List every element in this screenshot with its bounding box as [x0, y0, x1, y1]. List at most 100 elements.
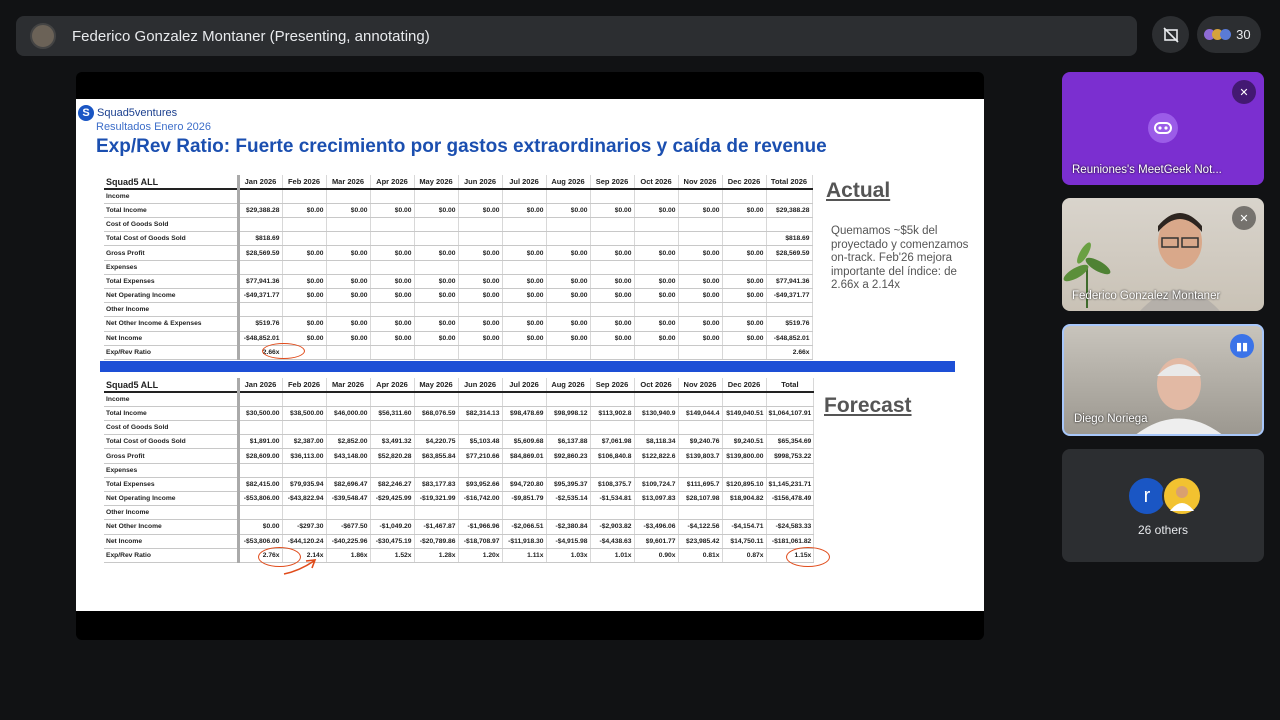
- table-cell: [678, 420, 723, 436]
- participant-tile-diego[interactable]: ▮▮ Diego Noriega: [1062, 324, 1264, 436]
- row-label: Net Operating Income: [104, 288, 240, 304]
- table-cell: $0.00: [502, 245, 547, 261]
- table-cell: -$20,789.86: [414, 534, 459, 549]
- table-cell: $0.00: [282, 245, 327, 261]
- presentation-stage: S Squad5ventures Resultados Enero 2026 E…: [76, 72, 984, 640]
- table-cell: $65,354.69: [766, 434, 815, 450]
- table-cell: $139,800.00: [722, 448, 767, 464]
- table-cell: $18,904.82: [722, 491, 767, 507]
- table-cell: $0.00: [546, 203, 591, 219]
- table-cell: $29,388.28: [766, 203, 813, 219]
- table-cell: [370, 505, 415, 521]
- table-cell: [722, 231, 767, 247]
- table-row: Total Cost of Goods Sold $1,891.00 $2,387.…: [104, 434, 815, 450]
- table-cell: $0.00: [678, 245, 723, 261]
- table-cell: [502, 217, 547, 233]
- table-cell: [238, 302, 283, 318]
- table-cell: [722, 345, 767, 360]
- table-cell: [458, 392, 503, 407]
- table-cell: $5,103.48: [458, 434, 503, 450]
- participant-tile-others[interactable]: r 26 others: [1062, 449, 1264, 562]
- table-cell: $92,860.23: [546, 448, 591, 464]
- table-cell: [282, 302, 327, 318]
- row-label: Total Income: [104, 406, 240, 422]
- table-cell: $0.00: [590, 331, 635, 346]
- table-cell: $83,177.83: [414, 477, 459, 493]
- table-cell: $30,500.00: [238, 406, 283, 422]
- table-cell: [370, 302, 415, 318]
- row-label: Total Cost of Goods Sold: [104, 434, 240, 450]
- table-cell: [502, 505, 547, 521]
- table-cell: [238, 260, 283, 275]
- table-cell: [546, 189, 591, 204]
- row-label: Net Income: [104, 331, 240, 346]
- table-cell: [678, 345, 723, 360]
- table-cell: [590, 392, 635, 407]
- table-cell: $0.00: [502, 203, 547, 219]
- table-cell: [678, 231, 723, 247]
- row-label: Total Expenses: [104, 477, 240, 493]
- table-cell: $0.00: [414, 274, 459, 290]
- table-header-cell: Mar 2026: [326, 378, 371, 394]
- table-cell: [502, 231, 547, 247]
- table-cell: -$18,708.97: [458, 534, 503, 549]
- table-cell: [634, 189, 679, 204]
- table-row: Exp/Rev Ratio 2.76x 2.14x 1.86x 1.52x 1.28x 1.…: [104, 548, 815, 563]
- slide-headline: Exp/Rev Ratio: Fuerte crecimiento por ga…: [96, 136, 827, 157]
- person-icon: [1170, 486, 1194, 511]
- table-cell: $0.00: [282, 316, 327, 332]
- table-cell: $0.00: [634, 288, 679, 304]
- table-cell: -$3,496.06: [634, 519, 679, 535]
- others-avatar-photo: [1162, 476, 1202, 516]
- hide-self-view-button[interactable]: [1152, 16, 1189, 53]
- divider-bar: [100, 361, 955, 372]
- table-cell: [590, 505, 635, 521]
- table-cell: [546, 392, 591, 407]
- table-cell: $68,076.59: [414, 406, 459, 422]
- table-cell: [722, 217, 767, 233]
- table-cell: [722, 260, 767, 275]
- table-cell: [414, 345, 459, 360]
- participant-tile-federico[interactable]: ✕ Federico Gonzalez Montaner: [1062, 198, 1264, 311]
- table-header-cell: Nov 2026: [678, 378, 723, 394]
- table-cell: [326, 189, 371, 204]
- table-cell: $0.00: [722, 274, 767, 290]
- table-row: Total Cost of Goods Sold $818.69 $818.69: [104, 231, 813, 247]
- presenter-bar[interactable]: Federico Gonzalez Montaner (Presenting, …: [16, 16, 1137, 56]
- table-cell: $1,891.00: [238, 434, 283, 450]
- table-cell: [238, 217, 283, 233]
- table-cell: $0.00: [370, 331, 415, 346]
- participants-button[interactable]: 30: [1197, 16, 1261, 53]
- table-header-cell: Nov 2026: [678, 175, 723, 191]
- table-cell: $0.00: [326, 245, 371, 261]
- table-cell: [766, 260, 813, 275]
- row-label: Total Expenses: [104, 274, 240, 290]
- table-cell: [590, 302, 635, 318]
- table-cell: [722, 189, 767, 204]
- table-cell: $0.00: [634, 203, 679, 219]
- table-cell: [282, 231, 327, 247]
- table-cell: -$49,371.77: [766, 288, 813, 304]
- table-cell: [282, 260, 327, 275]
- table-cell: [546, 420, 591, 436]
- table-cell: [502, 420, 547, 436]
- table-cell: $0.00: [370, 245, 415, 261]
- table-cell: [326, 392, 371, 407]
- logo: S Squad5ventures: [78, 105, 177, 121]
- table-cell: $77,941.36: [238, 274, 283, 290]
- participant-tile-meetgeek[interactable]: ✕ Reuniones's MeetGeek Not...: [1062, 72, 1264, 185]
- forecast-heading: Forecast: [824, 394, 912, 417]
- presenter-title: Federico Gonzalez Montaner (Presenting, …: [72, 27, 430, 45]
- table-cell: [414, 260, 459, 275]
- table-cell: $0.00: [458, 288, 503, 304]
- others-label: 26 others: [1137, 523, 1189, 537]
- table-cell: 1.01x: [590, 548, 635, 563]
- table-cell: $0.00: [546, 288, 591, 304]
- table-cell: $93,952.66: [458, 477, 503, 493]
- table-cell: $4,220.75: [414, 434, 459, 450]
- speaking-indicator-icon: ▮▮: [1230, 334, 1254, 358]
- participant-name: Diego Noriega: [1074, 413, 1148, 425]
- table-cell: $0.00: [414, 316, 459, 332]
- table-row: Other Income: [104, 302, 813, 318]
- forecast-table: Squad5 ALL Jan 2026 Feb 2026 Mar 2026 Apr 20…: [104, 378, 815, 563]
